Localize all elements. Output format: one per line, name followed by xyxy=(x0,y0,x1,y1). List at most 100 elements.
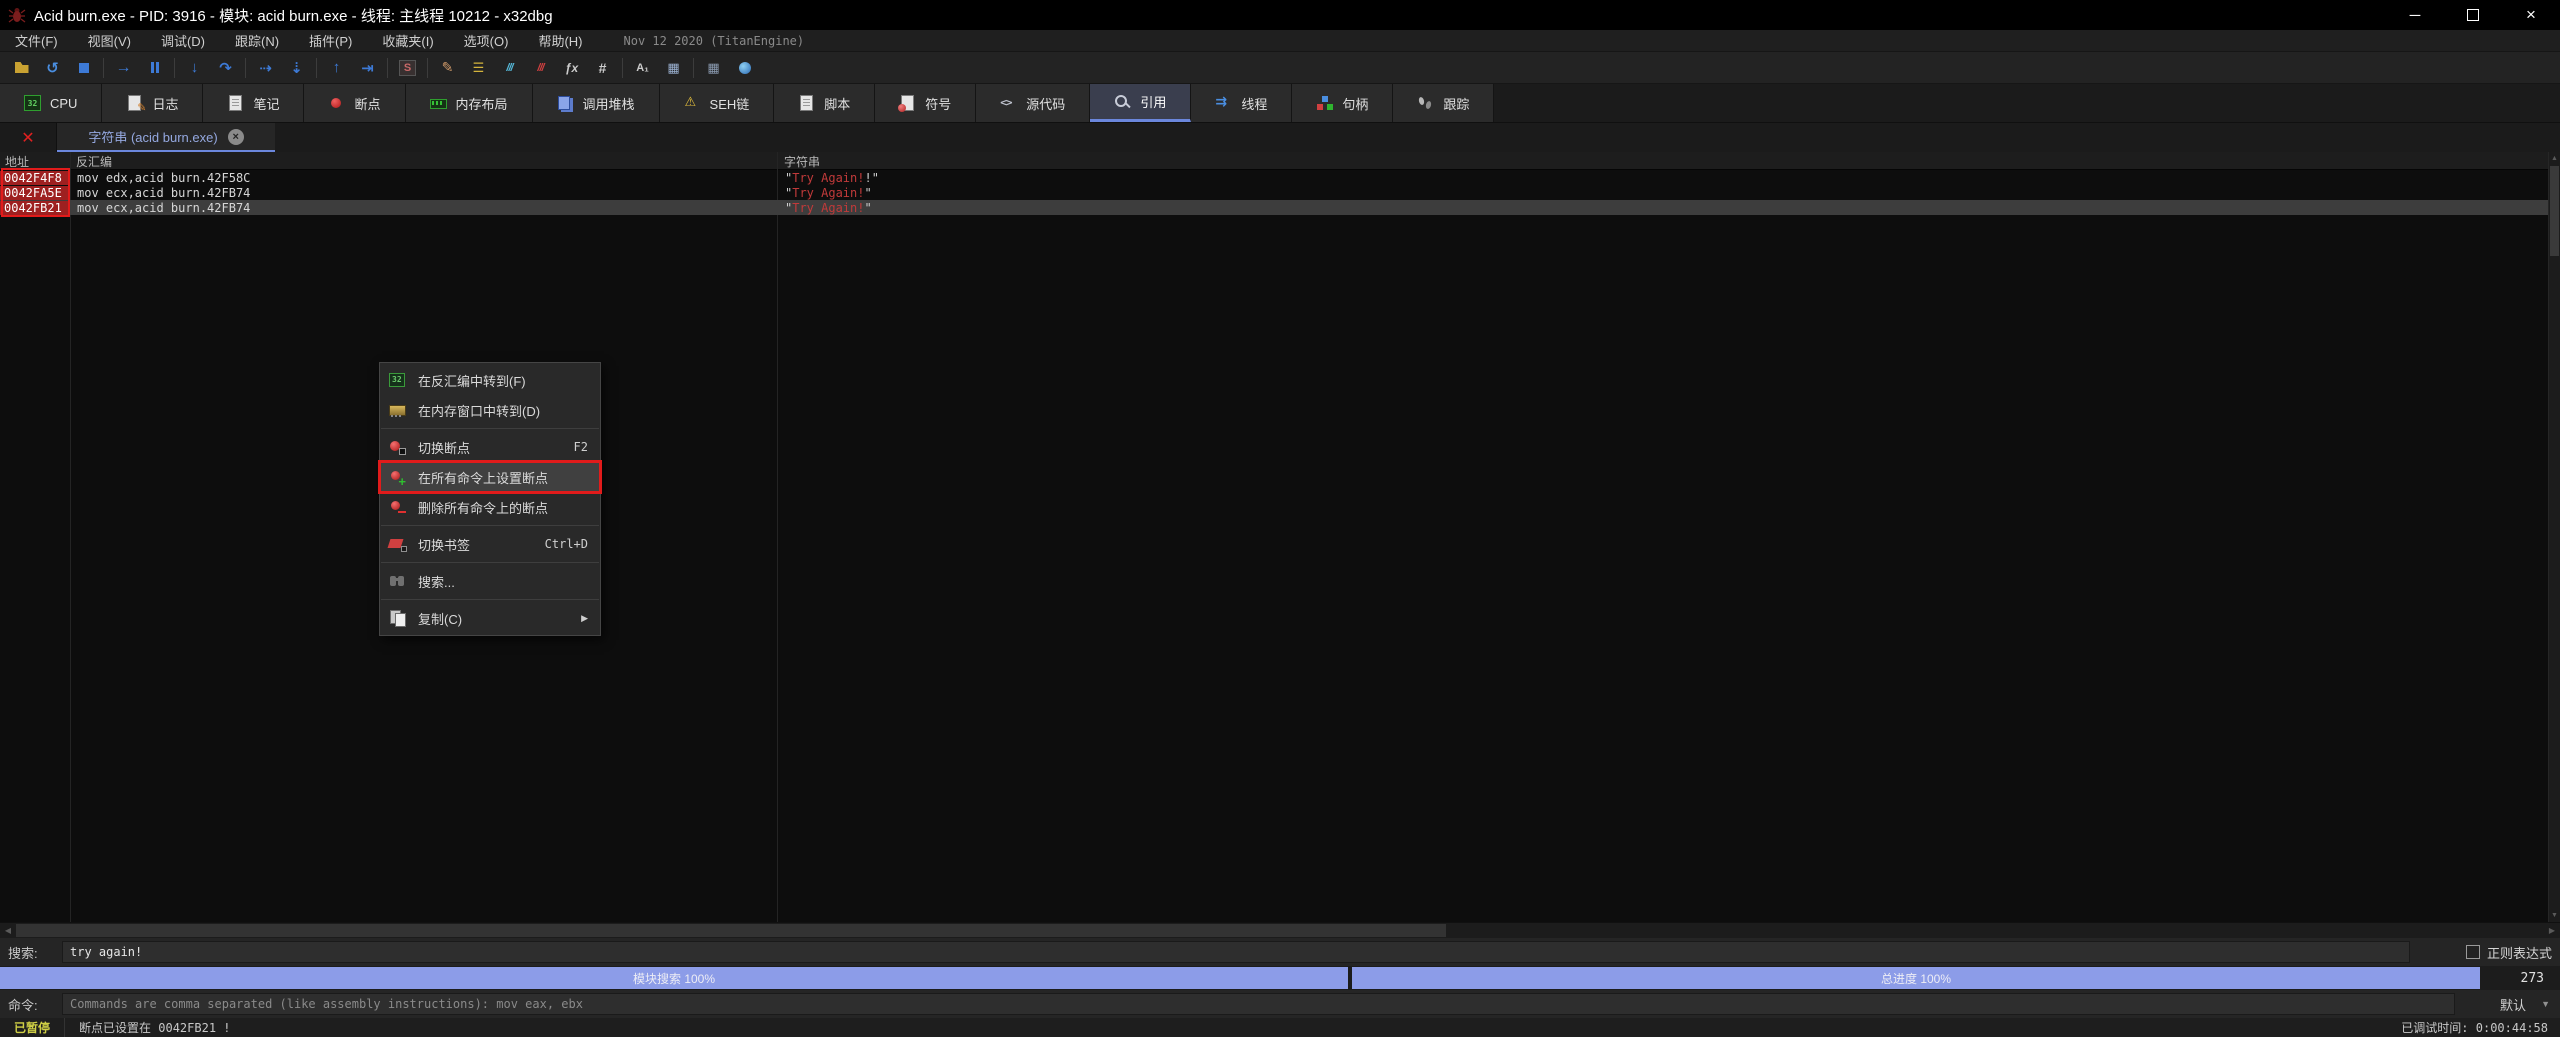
run-button[interactable] xyxy=(108,54,139,82)
debug-time: 已调试时间: 0:00:44:58 xyxy=(2401,1021,2548,1035)
search-input[interactable] xyxy=(62,941,2410,963)
menubar-item[interactable]: 帮助(H) xyxy=(523,30,597,51)
menu-separator xyxy=(381,599,599,600)
horizontal-scrollbar[interactable]: ◀ ▶ xyxy=(0,922,2560,938)
assemble-font-button[interactable] xyxy=(627,54,658,82)
coverage-fast-button[interactable] xyxy=(494,54,525,82)
main-tabbar: CPU 日志 笔记 断点 内存布局 调用堆栈 SEH链 脚本 符号 源代码 引用 线程 句柄 跟踪 xyxy=(0,84,2560,122)
menubar-item[interactable]: 调试(D) xyxy=(146,30,220,51)
tab-call-stack[interactable]: 调用堆栈 xyxy=(532,84,660,122)
table-row[interactable]: 0042FB21 mov ecx,acid burn.42FB74 "Try Aga… xyxy=(0,200,2548,215)
pause-button[interactable] xyxy=(139,54,170,82)
column-header-string: 字符串 xyxy=(784,155,821,169)
vertical-scroll-thumb[interactable] xyxy=(2550,166,2559,256)
scroll-right-icon[interactable]: ▶ xyxy=(2544,923,2560,938)
window-title: Acid burn.exe - PID: 3916 - 模块: acid bur… xyxy=(34,7,553,25)
context-menu-item[interactable]: 搜索... xyxy=(380,566,600,596)
scroll-left-icon[interactable]: ◀ xyxy=(0,923,16,938)
tab-references[interactable]: 引用 xyxy=(1090,84,1192,122)
close-reference-button[interactable]: ✕ xyxy=(0,123,57,152)
context-menu-item[interactable]: 切换书签 Ctrl+D xyxy=(380,529,600,559)
string-cell: "Try Again!" xyxy=(785,185,872,200)
context-menu-item[interactable]: 在内存窗口中转到(D) xyxy=(380,395,600,425)
tab-breakpoint[interactable]: 断点 xyxy=(304,84,406,122)
context-menu-item[interactable]: 删除所有命令上的断点 xyxy=(380,492,600,522)
menubar-item[interactable]: 视图(V) xyxy=(73,30,146,51)
tab-trace[interactable]: 跟踪 xyxy=(1393,84,1495,122)
x32dbg-logo-icon xyxy=(8,8,26,23)
open-folder-icon xyxy=(12,59,32,77)
label-hash-button[interactable] xyxy=(587,54,618,82)
regex-checkbox[interactable] xyxy=(2465,945,2480,959)
tab-threads[interactable]: 线程 xyxy=(1191,84,1293,122)
restart-button[interactable] xyxy=(37,54,68,82)
command-input[interactable] xyxy=(62,993,2455,1015)
command-profile-select[interactable]: 默认 xyxy=(2500,990,2526,1018)
horizontal-scroll-thumb[interactable] xyxy=(16,924,1446,937)
disassembly-cell: mov edx,acid burn.42F58C xyxy=(77,170,251,185)
run-to-cursor-button[interactable] xyxy=(250,54,281,82)
patch-button[interactable] xyxy=(432,54,463,82)
tab-handles[interactable]: 句柄 xyxy=(1292,84,1394,122)
step-out-button[interactable] xyxy=(281,54,312,82)
step-into-button[interactable] xyxy=(179,54,210,82)
menu-item-label: 切换断点 xyxy=(418,440,471,456)
call-stack-icon xyxy=(557,95,574,111)
seh-chain-button[interactable] xyxy=(392,54,423,82)
comments-button[interactable] xyxy=(463,54,494,82)
tab-log[interactable]: 日志 xyxy=(102,84,204,122)
maximize-button[interactable] xyxy=(2444,0,2502,30)
scroll-up-icon[interactable]: ▲ xyxy=(2549,152,2560,165)
search-icon xyxy=(389,573,407,589)
open-folder-button[interactable] xyxy=(6,54,37,82)
set-bp-on-all-icon xyxy=(389,469,407,489)
favourites-globe-button[interactable] xyxy=(729,54,760,82)
tab-seh[interactable]: SEH链 xyxy=(659,84,775,122)
coverage-trace-button[interactable] xyxy=(525,54,556,82)
address-cell: 0042FB21 xyxy=(0,200,70,215)
subtab-strings[interactable]: 字符串 (acid burn.exe) × xyxy=(57,123,275,152)
submenu-arrow-icon: ▶ xyxy=(581,612,588,623)
menubar-item[interactable]: 插件(P) xyxy=(294,30,367,51)
table-row[interactable]: 0042FA5E mov ecx,acid burn.42FB74 "Try Aga… xyxy=(0,185,2548,200)
context-menu-item[interactable]: 在反汇编中转到(F) xyxy=(380,365,600,395)
context-menu-item[interactable]: 在所有命令上设置断点 xyxy=(378,460,602,494)
expression-fx-button[interactable] xyxy=(556,54,587,82)
execute-till-return-icon xyxy=(327,59,347,77)
menubar-item[interactable]: 文件(F) xyxy=(0,30,73,51)
toolbar-separator xyxy=(693,57,694,78)
favourites-globe-icon xyxy=(735,59,755,77)
search-row: 搜索: 正则表达式 xyxy=(0,938,2560,966)
step-over-icon xyxy=(216,59,236,77)
context-menu-item[interactable]: 切换断点 F2 xyxy=(380,432,600,462)
tab-symbols[interactable]: 符号 xyxy=(875,84,977,122)
execute-till-return-button[interactable] xyxy=(321,54,352,82)
tab-script[interactable]: 脚本 xyxy=(774,84,876,122)
tab-notes[interactable]: 笔记 xyxy=(203,84,305,122)
tab-label: 笔记 xyxy=(253,96,280,112)
context-menu-item[interactable]: 复制(C) ▶ xyxy=(380,603,600,633)
menubar-item[interactable]: 收藏夹(I) xyxy=(367,30,448,51)
tab-source[interactable]: 源代码 xyxy=(976,84,1091,122)
reference-subtabbar: ✕ 字符串 (acid burn.exe) × xyxy=(0,122,2560,152)
step-over-button[interactable] xyxy=(210,54,241,82)
close-process-button[interactable] xyxy=(68,54,99,82)
run-to-user-code-button[interactable] xyxy=(352,54,383,82)
calculator-button[interactable] xyxy=(698,54,729,82)
progress-row: 模块搜索 100% 总进度 100% 273 xyxy=(0,966,2560,990)
toolbar-separator xyxy=(387,57,388,78)
menu-separator xyxy=(381,428,599,429)
tab-memory-map[interactable]: 内存布局 xyxy=(405,84,533,122)
tab-cpu[interactable]: CPU xyxy=(0,84,103,122)
subtab-close-icon[interactable]: × xyxy=(227,128,244,145)
vertical-scrollbar[interactable]: ▲ ▼ xyxy=(2548,152,2560,922)
scroll-down-icon[interactable]: ▼ xyxy=(2549,909,2560,922)
minimize-button[interactable]: ─ xyxy=(2386,0,2444,30)
menubar-item[interactable]: 选项(O) xyxy=(449,30,524,51)
toggle-breakpoint-icon xyxy=(389,439,407,455)
chevron-down-icon[interactable]: ▼ xyxy=(2541,990,2550,1018)
close-button[interactable]: × xyxy=(2502,0,2560,30)
virtual-keypad-button[interactable] xyxy=(658,54,689,82)
table-row[interactable]: 0042F4F8 mov edx,acid burn.42F58C "Try Aga… xyxy=(0,170,2548,185)
menubar-item[interactable]: 跟踪(N) xyxy=(220,30,294,51)
